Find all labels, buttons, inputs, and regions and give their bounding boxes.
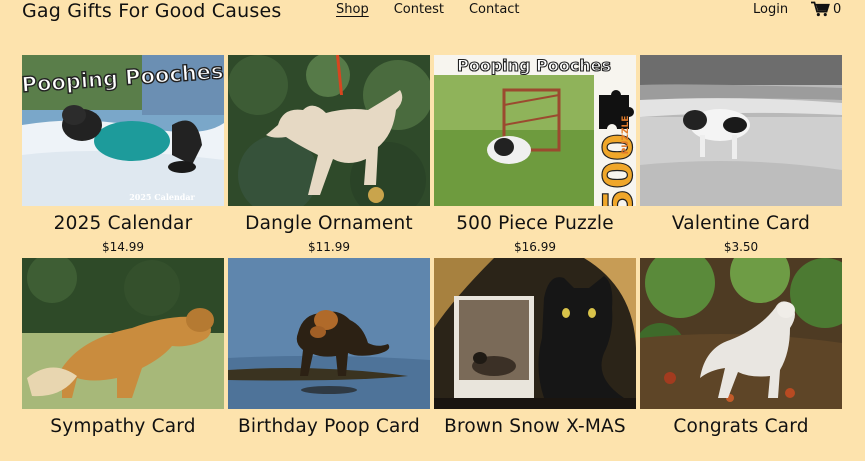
nav-contact[interactable]: Contact — [469, 2, 520, 17]
product-image-puzzle[interactable]: Pooping Pooches 500 PUZZLE — [434, 55, 636, 206]
main-nav: Shop Contest Contact — [336, 2, 520, 17]
login-link[interactable]: Login — [753, 2, 788, 17]
product-image-birthday[interactable] — [228, 258, 430, 409]
nav-shop[interactable]: Shop — [336, 2, 369, 17]
nav-contest[interactable]: Contest — [394, 2, 444, 17]
site-brand[interactable]: Gag Gifts For Good Causes — [22, 0, 281, 22]
product-image-brown-snow[interactable] — [434, 258, 636, 409]
puzzle-logo-text: Pooping Pooches — [457, 56, 611, 75]
product-title[interactable]: 500 Piece Puzzle — [434, 213, 636, 234]
product-title[interactable]: Congrats Card — [640, 416, 842, 437]
product-grid: Pooping Pooches 2025 Calendar 2025 Calen… — [22, 55, 842, 461]
product-card[interactable]: Valentine Card $3.50 — [640, 55, 842, 258]
product-title[interactable]: Dangle Ornament — [228, 213, 430, 234]
product-card[interactable]: Pooping Pooches 500 PUZZLE 500 Piece Puz… — [434, 55, 636, 258]
calendar-year-text: 2025 Calendar — [129, 192, 195, 202]
product-title[interactable]: Brown Snow X-MAS — [434, 416, 636, 437]
product-image-sympathy[interactable] — [22, 258, 224, 409]
product-card[interactable]: Dangle Ornament $11.99 — [228, 55, 430, 258]
product-price: $16.99 — [514, 240, 556, 254]
product-title[interactable]: Valentine Card — [640, 213, 842, 234]
product-card[interactable]: Congrats Card — [640, 258, 842, 461]
product-image-ornament[interactable] — [228, 55, 430, 206]
product-price: $11.99 — [308, 240, 350, 254]
product-image-calendar[interactable]: Pooping Pooches 2025 Calendar — [22, 55, 224, 206]
product-card[interactable]: Sympathy Card — [22, 258, 224, 461]
cart-count: 0 — [833, 1, 842, 17]
site-header: Gag Gifts For Good Causes Shop Contest C… — [0, 0, 865, 40]
product-price: $3.50 — [723, 240, 759, 254]
puzzle-word-text: PUZZLE — [621, 116, 631, 155]
product-card[interactable]: Birthday Poop Card — [228, 258, 430, 461]
product-image-valentine[interactable] — [640, 55, 842, 206]
product-title[interactable]: Sympathy Card — [22, 416, 224, 437]
cart-button[interactable]: 0 — [811, 1, 841, 17]
product-image-congrats[interactable] — [640, 258, 842, 409]
product-card[interactable]: Pooping Pooches 2025 Calendar 2025 Calen… — [22, 55, 224, 258]
product-title[interactable]: Birthday Poop Card — [228, 416, 430, 437]
product-price: $14.99 — [102, 240, 144, 254]
product-title[interactable]: 2025 Calendar — [22, 213, 224, 234]
shopping-cart-icon — [811, 1, 830, 17]
product-card[interactable]: Brown Snow X-MAS — [434, 258, 636, 461]
